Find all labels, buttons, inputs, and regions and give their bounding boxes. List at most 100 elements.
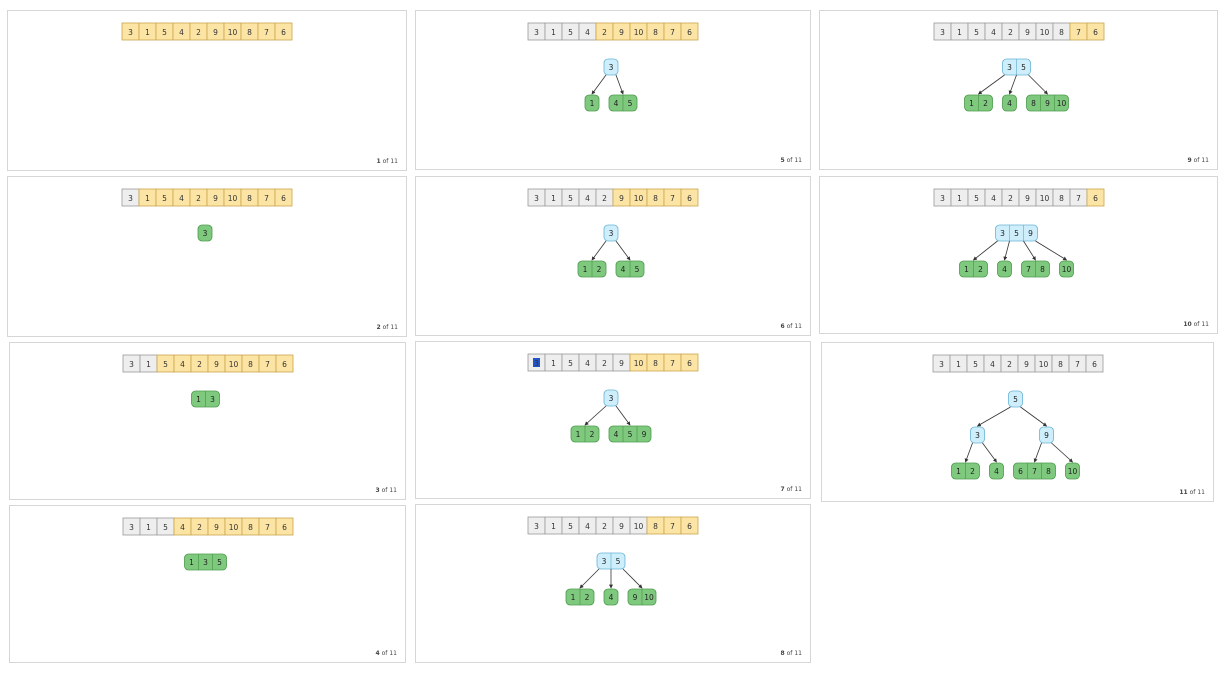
array-value: 7 [1076, 28, 1081, 37]
array-value: 7 [670, 194, 675, 203]
array-value: 8 [248, 360, 253, 369]
array-value: 6 [282, 523, 287, 532]
node-key: 3 [1000, 229, 1005, 238]
of-label: of [1193, 157, 1200, 164]
node-key: 9 [1028, 229, 1033, 238]
array-cell: 2 [595, 22, 614, 41]
array-value: 2 [602, 359, 607, 368]
tree-edge [615, 240, 631, 261]
array-value: 5 [974, 28, 979, 37]
step-number: 1 [376, 158, 381, 165]
internal-node: 3 [970, 426, 985, 444]
of-label: of [382, 324, 389, 331]
step-panel-8: 3 1 5 4 2 9 10 8 7 6 3 5 1 2 4 9 10 8 of 11 [415, 504, 811, 663]
array-cell: 1 [950, 188, 969, 207]
input-array: 3 1 5 4 2 9 10 8 7 6 [527, 516, 699, 535]
node-key: 3 [210, 395, 215, 404]
node-key: 1 [189, 558, 194, 567]
array-cell: 3 [121, 22, 140, 41]
array-cell: 4 [172, 22, 191, 41]
array-value: 10 [634, 522, 644, 531]
array-value: 10 [229, 360, 239, 369]
array-cell: 5 [561, 353, 580, 372]
array-cell: 5 [966, 354, 985, 373]
array-value: 4 [180, 523, 185, 532]
array-value: 10 [1040, 194, 1050, 203]
internal-node: 5 [1008, 390, 1023, 408]
array-cell: 3 [122, 517, 141, 536]
array-value: 10 [634, 194, 644, 203]
array-cell: 6 [275, 517, 294, 536]
internal-node: 9 [1039, 426, 1054, 444]
array-cell: 1 [138, 188, 157, 207]
step-counter: 6 of 11 [781, 323, 802, 330]
array-cell: 9 [612, 22, 631, 41]
array-value: 9 [1025, 28, 1030, 37]
leaf-node: 13 [191, 390, 220, 408]
tree-edge [964, 442, 973, 463]
array-value: 7 [1076, 194, 1081, 203]
array-value: 7 [670, 28, 675, 37]
array-cell: 7 [257, 188, 276, 207]
node-key: 2 [590, 430, 595, 439]
step-panel-3: 3 1 5 4 2 9 10 8 7 6 1 3 3 of 11 [9, 342, 406, 500]
of-label: of [1193, 321, 1200, 328]
leaf-node: 12 [565, 588, 595, 606]
array-cell: 9 [1018, 22, 1037, 41]
internal-node: 3 [603, 58, 619, 76]
array-value: 5 [162, 28, 167, 37]
step-panel-1: 3 1 5 4 2 9 10 8 7 6 1 of 11 [7, 10, 407, 171]
leaf-node: 459 [608, 425, 652, 443]
node-key: 4 [614, 430, 619, 439]
leaf-node: 45 [608, 94, 638, 112]
array-value: 6 [687, 522, 692, 531]
step-total: 11 [794, 486, 802, 493]
array-cell: 6 [680, 22, 699, 41]
step-panel-2: 3 1 5 4 2 9 10 8 7 6 3 2 of 11 [7, 176, 407, 337]
array-cell: 8 [1051, 354, 1070, 373]
array-cell: 8 [240, 188, 259, 207]
array-cell: 8 [1052, 188, 1071, 207]
array-cell: 7 [1068, 354, 1087, 373]
leaf-node: 8 9 10 [1026, 94, 1069, 112]
node-key: 3 [609, 63, 614, 72]
array-cell: 4 [984, 188, 1003, 207]
step-number: 8 [780, 650, 785, 657]
step-diagram: 3 1 5 4 2 9 10 8 7 631 2 4 5 [527, 188, 699, 278]
array-value: 4 [585, 28, 590, 37]
node-key: 2 [970, 467, 975, 476]
of-label: of [1189, 489, 1196, 496]
array-cell: 7 [1069, 188, 1088, 207]
array-value: 5 [973, 360, 978, 369]
node-key: 3 [203, 558, 208, 567]
input-array: 3 1 5 4 2 9 10 8 7 6 [527, 353, 699, 372]
array-value: 9 [619, 28, 624, 37]
of-label: of [786, 650, 793, 657]
step-total: 11 [390, 158, 398, 165]
tree-edge [1035, 240, 1068, 261]
step-total: 11 [389, 487, 397, 494]
tree-edge [972, 240, 998, 261]
array-value: 4 [991, 28, 996, 37]
array-cell: 7 [258, 517, 277, 536]
node-key: 9 [1045, 99, 1050, 108]
array-value: 2 [197, 360, 202, 369]
internal-node: 359 [995, 224, 1038, 242]
array-value: 8 [1059, 194, 1064, 203]
tree-edge [615, 405, 631, 426]
array-value: 2 [1008, 194, 1013, 203]
leaf-node: 12 [951, 462, 980, 480]
array-cell: 10 [629, 22, 648, 41]
array-value: 9 [214, 360, 219, 369]
step-diagram: 3 1 5 4 2 9 10 8 7 631 4 5 [527, 22, 699, 112]
array-cell: 10 [629, 188, 648, 207]
array-cell: 7 [663, 353, 682, 372]
array-cell: 8 [241, 354, 260, 373]
array-value: 10 [634, 28, 644, 37]
step-diagram: 3 1 5 4 2 9 10 8 7 6 3 [121, 188, 293, 242]
step-number: 2 [376, 324, 381, 331]
array-value: 1 [146, 360, 151, 369]
array-value: 6 [281, 28, 286, 37]
array-cell: 10 [1034, 354, 1053, 373]
step-panel-7: 3 1 5 4 2 9 10 8 7 6 3 1 2 4 5 9 7 of 11 [415, 341, 811, 499]
